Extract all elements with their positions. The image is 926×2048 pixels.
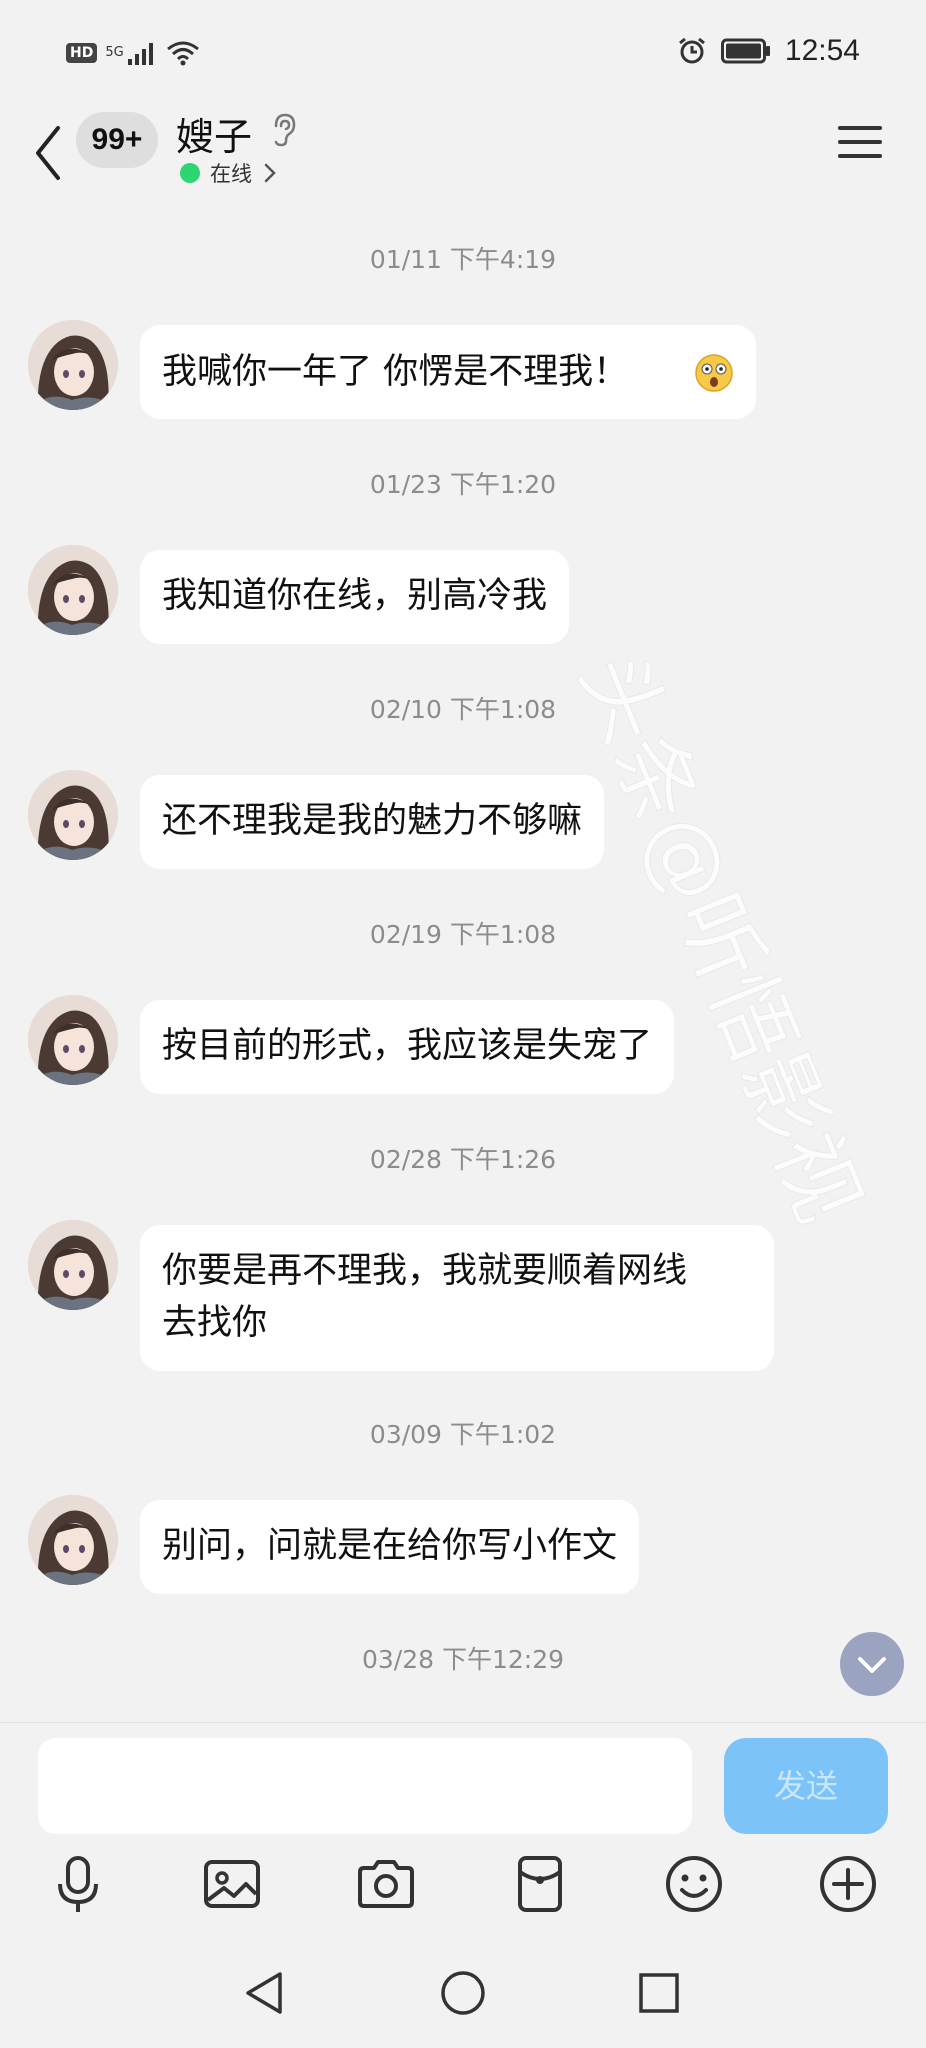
message-bubble[interactable]: 别问，问就是在给你写小作文 bbox=[140, 1500, 640, 1594]
avatar-image bbox=[28, 1495, 118, 1585]
divider bbox=[0, 1722, 926, 1723]
online-status-label: 在线 bbox=[210, 162, 252, 186]
message-text-line-2: 去找你 bbox=[162, 1303, 268, 1343]
chevron-down-icon bbox=[858, 1657, 886, 1673]
message-timestamp: 02/10 下午1:08 bbox=[369, 695, 557, 724]
avatar[interactable] bbox=[28, 545, 118, 635]
network-type: 5G bbox=[105, 45, 124, 60]
status-bar: HD 5G 12:54 bbox=[0, 0, 926, 110]
emoji-icon[interactable] bbox=[662, 1852, 726, 1916]
message-text: 我喊你一年了 你愣是不理我！ bbox=[162, 352, 629, 392]
message-bubble[interactable]: 我知道你在线，别高冷我 bbox=[140, 550, 570, 644]
back-icon[interactable] bbox=[30, 118, 66, 188]
astonished-face-icon bbox=[695, 354, 733, 392]
scroll-to-bottom-button[interactable] bbox=[840, 1632, 904, 1696]
red-packet-icon[interactable] bbox=[508, 1852, 572, 1916]
plus-icon[interactable] bbox=[816, 1852, 880, 1916]
message-text-line-1: 你要是再不理我，我就要顺着网线 bbox=[162, 1251, 688, 1291]
microphone-icon[interactable] bbox=[46, 1852, 110, 1916]
avatar[interactable] bbox=[28, 770, 118, 860]
hd-badge: HD bbox=[66, 43, 98, 63]
message-timestamp: 03/09 下午1:02 bbox=[369, 1420, 557, 1449]
status-left: HD 5G bbox=[66, 40, 200, 66]
avatar-image bbox=[28, 1220, 118, 1310]
avatar[interactable] bbox=[28, 1220, 118, 1310]
avatar-image bbox=[28, 995, 118, 1085]
input-toolbar bbox=[0, 1852, 926, 1932]
wifi-icon bbox=[166, 41, 199, 66]
clock: 12:54 bbox=[784, 34, 860, 67]
system-nav-bar bbox=[0, 1950, 926, 2048]
avatar-image bbox=[28, 545, 118, 635]
nav-recents-icon[interactable] bbox=[634, 1968, 684, 2018]
avatar-image bbox=[28, 770, 118, 860]
battery-icon bbox=[720, 38, 770, 64]
online-status-row[interactable]: 在线 bbox=[180, 158, 278, 188]
ear-icon[interactable] bbox=[268, 112, 298, 148]
status-right: 12:54 bbox=[677, 34, 860, 68]
message-bubble[interactable]: 你要是再不理我，我就要顺着网线 去找你 bbox=[140, 1225, 774, 1371]
avatar[interactable] bbox=[28, 320, 118, 410]
message-text: 还不理我是我的魅力不够嘛 bbox=[162, 801, 583, 841]
avatar-image bbox=[28, 320, 118, 410]
message-bubble[interactable]: 还不理我是我的魅力不够嘛 bbox=[140, 775, 605, 869]
message-text: 按目前的形式，我应该是失宠了 bbox=[162, 1026, 653, 1066]
message-timestamp: 01/11 下午4:19 bbox=[369, 245, 557, 274]
image-icon[interactable] bbox=[200, 1852, 264, 1916]
message-timestamp: 02/19 下午1:08 bbox=[369, 920, 557, 949]
avatar[interactable] bbox=[28, 1495, 118, 1585]
message-timestamp: 02/28 下午1:26 bbox=[369, 1145, 557, 1174]
message-timestamp: 01/23 下午1:20 bbox=[369, 470, 557, 499]
message-timestamp: 03/28 下午12:29 bbox=[361, 1645, 565, 1674]
send-button[interactable]: 发送 bbox=[724, 1738, 888, 1834]
message-input[interactable] bbox=[38, 1738, 692, 1834]
message-text: 别问，问就是在给你写小作文 bbox=[162, 1526, 618, 1566]
signal-icon bbox=[127, 43, 153, 65]
camera-icon[interactable] bbox=[354, 1852, 418, 1916]
unread-count-badge[interactable]: 99+ bbox=[76, 112, 158, 168]
message-text: 我知道你在线，别高冷我 bbox=[162, 576, 548, 616]
message-bubble[interactable]: 我喊你一年了 你愣是不理我！ bbox=[140, 325, 756, 419]
chevron-right-icon bbox=[264, 163, 276, 183]
alarm-icon bbox=[678, 37, 705, 64]
message-bubble[interactable]: 按目前的形式，我应该是失宠了 bbox=[140, 1000, 675, 1094]
contact-name[interactable]: 嫂子 bbox=[176, 106, 252, 161]
menu-icon[interactable] bbox=[838, 124, 882, 160]
online-indicator bbox=[180, 163, 200, 183]
nav-home-icon[interactable] bbox=[438, 1968, 488, 2018]
nav-back-icon[interactable] bbox=[240, 1968, 290, 2018]
avatar[interactable] bbox=[28, 995, 118, 1085]
